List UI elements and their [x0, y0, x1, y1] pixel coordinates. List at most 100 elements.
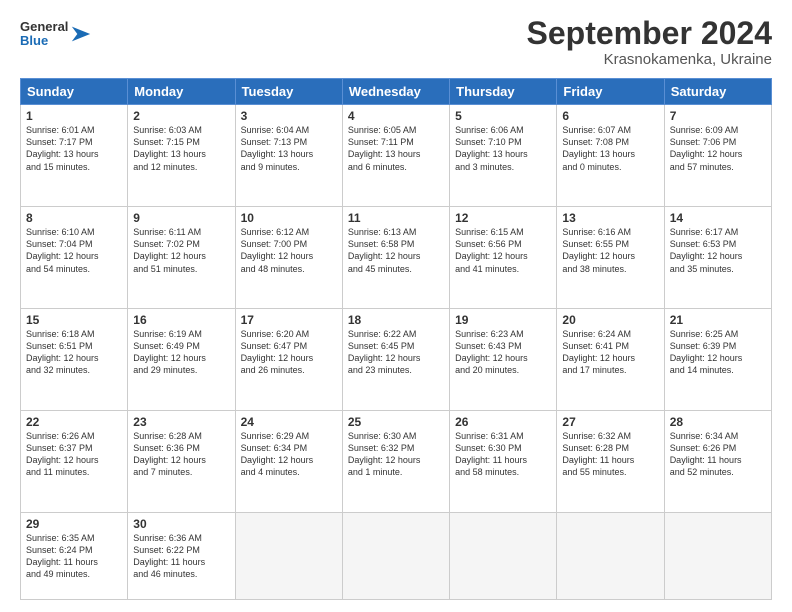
day-info: Sunrise: 6:35 AM Sunset: 6:24 PM Dayligh… [26, 532, 122, 581]
day-info: Sunrise: 6:32 AM Sunset: 6:28 PM Dayligh… [562, 430, 658, 479]
day-info: Sunrise: 6:09 AM Sunset: 7:06 PM Dayligh… [670, 124, 766, 173]
calendar-cell: 30Sunrise: 6:36 AM Sunset: 6:22 PM Dayli… [128, 512, 235, 599]
day-number: 5 [455, 109, 551, 123]
calendar-cell: 6Sunrise: 6:07 AM Sunset: 7:08 PM Daylig… [557, 105, 664, 207]
day-info: Sunrise: 6:06 AM Sunset: 7:10 PM Dayligh… [455, 124, 551, 173]
col-header-monday: Monday [128, 79, 235, 105]
day-number: 10 [241, 211, 337, 225]
col-header-sunday: Sunday [21, 79, 128, 105]
calendar-header-row: SundayMondayTuesdayWednesdayThursdayFrid… [21, 79, 772, 105]
calendar-week-row: 1Sunrise: 6:01 AM Sunset: 7:17 PM Daylig… [21, 105, 772, 207]
calendar-cell: 5Sunrise: 6:06 AM Sunset: 7:10 PM Daylig… [450, 105, 557, 207]
day-number: 22 [26, 415, 122, 429]
day-info: Sunrise: 6:18 AM Sunset: 6:51 PM Dayligh… [26, 328, 122, 377]
day-number: 14 [670, 211, 766, 225]
calendar-week-row: 15Sunrise: 6:18 AM Sunset: 6:51 PM Dayli… [21, 309, 772, 411]
calendar-table: SundayMondayTuesdayWednesdayThursdayFrid… [20, 78, 772, 600]
calendar-cell: 8Sunrise: 6:10 AM Sunset: 7:04 PM Daylig… [21, 207, 128, 309]
col-header-wednesday: Wednesday [342, 79, 449, 105]
calendar-cell: 28Sunrise: 6:34 AM Sunset: 6:26 PM Dayli… [664, 411, 771, 513]
calendar-cell [450, 512, 557, 599]
calendar-cell [557, 512, 664, 599]
day-number: 18 [348, 313, 444, 327]
calendar-cell: 9Sunrise: 6:11 AM Sunset: 7:02 PM Daylig… [128, 207, 235, 309]
calendar-week-row: 22Sunrise: 6:26 AM Sunset: 6:37 PM Dayli… [21, 411, 772, 513]
title-block: September 2024 Krasnokamenka, Ukraine [527, 16, 772, 68]
calendar-cell: 13Sunrise: 6:16 AM Sunset: 6:55 PM Dayli… [557, 207, 664, 309]
calendar-cell: 27Sunrise: 6:32 AM Sunset: 6:28 PM Dayli… [557, 411, 664, 513]
day-info: Sunrise: 6:29 AM Sunset: 6:34 PM Dayligh… [241, 430, 337, 479]
calendar-cell: 4Sunrise: 6:05 AM Sunset: 7:11 PM Daylig… [342, 105, 449, 207]
day-number: 24 [241, 415, 337, 429]
calendar-cell: 21Sunrise: 6:25 AM Sunset: 6:39 PM Dayli… [664, 309, 771, 411]
day-number: 19 [455, 313, 551, 327]
day-info: Sunrise: 6:01 AM Sunset: 7:17 PM Dayligh… [26, 124, 122, 173]
day-number: 11 [348, 211, 444, 225]
logo-text: General Blue [20, 20, 68, 49]
calendar-title: September 2024 [527, 16, 772, 51]
calendar-cell: 2Sunrise: 6:03 AM Sunset: 7:15 PM Daylig… [128, 105, 235, 207]
day-number: 26 [455, 415, 551, 429]
calendar-cell: 22Sunrise: 6:26 AM Sunset: 6:37 PM Dayli… [21, 411, 128, 513]
day-number: 29 [26, 517, 122, 531]
day-info: Sunrise: 6:36 AM Sunset: 6:22 PM Dayligh… [133, 532, 229, 581]
col-header-thursday: Thursday [450, 79, 557, 105]
calendar-cell: 23Sunrise: 6:28 AM Sunset: 6:36 PM Dayli… [128, 411, 235, 513]
day-info: Sunrise: 6:26 AM Sunset: 6:37 PM Dayligh… [26, 430, 122, 479]
day-info: Sunrise: 6:13 AM Sunset: 6:58 PM Dayligh… [348, 226, 444, 275]
day-number: 16 [133, 313, 229, 327]
day-info: Sunrise: 6:07 AM Sunset: 7:08 PM Dayligh… [562, 124, 658, 173]
calendar-cell: 19Sunrise: 6:23 AM Sunset: 6:43 PM Dayli… [450, 309, 557, 411]
day-number: 2 [133, 109, 229, 123]
day-info: Sunrise: 6:34 AM Sunset: 6:26 PM Dayligh… [670, 430, 766, 479]
day-number: 1 [26, 109, 122, 123]
calendar-cell: 10Sunrise: 6:12 AM Sunset: 7:00 PM Dayli… [235, 207, 342, 309]
day-info: Sunrise: 6:20 AM Sunset: 6:47 PM Dayligh… [241, 328, 337, 377]
day-info: Sunrise: 6:12 AM Sunset: 7:00 PM Dayligh… [241, 226, 337, 275]
col-header-tuesday: Tuesday [235, 79, 342, 105]
calendar-cell: 12Sunrise: 6:15 AM Sunset: 6:56 PM Dayli… [450, 207, 557, 309]
logo-icon [70, 23, 92, 45]
calendar-cell [235, 512, 342, 599]
day-info: Sunrise: 6:23 AM Sunset: 6:43 PM Dayligh… [455, 328, 551, 377]
logo: General Blue [20, 20, 92, 49]
day-info: Sunrise: 6:10 AM Sunset: 7:04 PM Dayligh… [26, 226, 122, 275]
calendar-cell: 1Sunrise: 6:01 AM Sunset: 7:17 PM Daylig… [21, 105, 128, 207]
day-number: 21 [670, 313, 766, 327]
calendar-cell: 20Sunrise: 6:24 AM Sunset: 6:41 PM Dayli… [557, 309, 664, 411]
day-number: 25 [348, 415, 444, 429]
day-number: 9 [133, 211, 229, 225]
day-info: Sunrise: 6:30 AM Sunset: 6:32 PM Dayligh… [348, 430, 444, 479]
calendar-week-row: 29Sunrise: 6:35 AM Sunset: 6:24 PM Dayli… [21, 512, 772, 599]
day-number: 6 [562, 109, 658, 123]
day-info: Sunrise: 6:17 AM Sunset: 6:53 PM Dayligh… [670, 226, 766, 275]
calendar-subtitle: Krasnokamenka, Ukraine [527, 51, 772, 68]
day-number: 30 [133, 517, 229, 531]
calendar-cell [664, 512, 771, 599]
calendar-cell: 17Sunrise: 6:20 AM Sunset: 6:47 PM Dayli… [235, 309, 342, 411]
col-header-saturday: Saturday [664, 79, 771, 105]
day-number: 12 [455, 211, 551, 225]
day-info: Sunrise: 6:31 AM Sunset: 6:30 PM Dayligh… [455, 430, 551, 479]
day-number: 27 [562, 415, 658, 429]
day-info: Sunrise: 6:22 AM Sunset: 6:45 PM Dayligh… [348, 328, 444, 377]
calendar-cell [342, 512, 449, 599]
calendar-cell: 14Sunrise: 6:17 AM Sunset: 6:53 PM Dayli… [664, 207, 771, 309]
day-info: Sunrise: 6:28 AM Sunset: 6:36 PM Dayligh… [133, 430, 229, 479]
day-number: 13 [562, 211, 658, 225]
calendar-cell: 11Sunrise: 6:13 AM Sunset: 6:58 PM Dayli… [342, 207, 449, 309]
header: General Blue September 2024 Krasnokamenk… [20, 16, 772, 68]
col-header-friday: Friday [557, 79, 664, 105]
day-number: 28 [670, 415, 766, 429]
calendar-cell: 18Sunrise: 6:22 AM Sunset: 6:45 PM Dayli… [342, 309, 449, 411]
day-number: 23 [133, 415, 229, 429]
day-number: 20 [562, 313, 658, 327]
calendar-cell: 25Sunrise: 6:30 AM Sunset: 6:32 PM Dayli… [342, 411, 449, 513]
day-info: Sunrise: 6:25 AM Sunset: 6:39 PM Dayligh… [670, 328, 766, 377]
day-number: 17 [241, 313, 337, 327]
calendar-cell: 29Sunrise: 6:35 AM Sunset: 6:24 PM Dayli… [21, 512, 128, 599]
logo-general: General [20, 20, 68, 34]
day-info: Sunrise: 6:03 AM Sunset: 7:15 PM Dayligh… [133, 124, 229, 173]
day-info: Sunrise: 6:04 AM Sunset: 7:13 PM Dayligh… [241, 124, 337, 173]
calendar-cell: 24Sunrise: 6:29 AM Sunset: 6:34 PM Dayli… [235, 411, 342, 513]
